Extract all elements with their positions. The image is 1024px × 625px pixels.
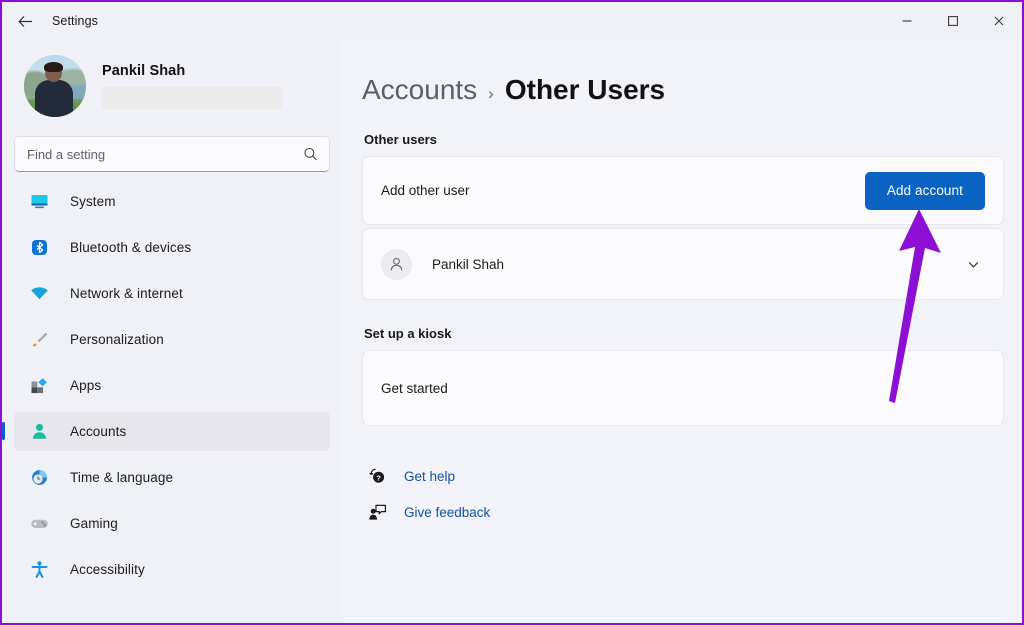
sidebar-nav: System Bluetooth & devices Network & int… — [14, 182, 330, 589]
sidebar-item-accounts[interactable]: Accounts — [14, 412, 330, 451]
back-button[interactable] — [8, 6, 42, 36]
back-arrow-icon — [17, 13, 34, 30]
search-icon — [303, 147, 318, 162]
window-controls — [884, 2, 1022, 40]
sidebar-item-label: Accounts — [70, 424, 126, 439]
avatar — [24, 55, 86, 117]
page-title: Other Users — [505, 74, 665, 106]
close-button[interactable] — [976, 2, 1022, 40]
monitor-icon — [28, 191, 50, 213]
breadcrumb-separator-icon: › — [488, 84, 494, 104]
add-other-user-label: Add other user — [381, 183, 470, 198]
apps-icon — [28, 375, 50, 397]
kiosk-section-label: Set up a kiosk — [364, 326, 1004, 341]
sidebar-item-label: System — [70, 194, 116, 209]
give-feedback-row[interactable]: Give feedback — [366, 494, 1004, 530]
existing-user-row[interactable]: Pankil Shah — [362, 228, 1004, 300]
footer-links: ? Get help Give feedback — [362, 458, 1004, 530]
give-feedback-link[interactable]: Give feedback — [404, 505, 490, 520]
maximize-icon — [947, 15, 959, 27]
sidebar-item-label: Network & internet — [70, 286, 183, 301]
get-help-link[interactable]: Get help — [404, 469, 455, 484]
sidebar-item-accessibility[interactable]: Accessibility — [14, 550, 330, 589]
add-other-user-card: Add other user Add account — [362, 156, 1004, 225]
sidebar-item-label: Bluetooth & devices — [70, 240, 191, 255]
search-box[interactable] — [14, 136, 330, 172]
clock-icon — [28, 467, 50, 489]
title-bar: Settings — [2, 2, 1022, 40]
sidebar-item-label: Personalization — [70, 332, 164, 347]
breadcrumb: Accounts › Other Users — [362, 74, 1004, 106]
person-icon — [28, 421, 50, 443]
sidebar-item-network-internet[interactable]: Network & internet — [14, 274, 330, 313]
maximize-button[interactable] — [930, 2, 976, 40]
profile-name: Pankil Shah — [102, 63, 282, 79]
bluetooth-icon — [28, 237, 50, 259]
get-help-row[interactable]: ? Get help — [366, 458, 1004, 494]
close-icon — [993, 15, 1005, 27]
user-profile[interactable]: Pankil Shah — [14, 40, 330, 128]
sidebar-item-gaming[interactable]: Gaming — [14, 504, 330, 543]
app-title: Settings — [52, 14, 98, 28]
accessibility-icon — [28, 559, 50, 581]
search-input[interactable] — [15, 137, 329, 171]
minimize-button[interactable] — [884, 2, 930, 40]
help-question-icon: ? — [366, 467, 388, 486]
sidebar-item-label: Gaming — [70, 516, 118, 531]
sidebar-item-time-language[interactable]: Time & language — [14, 458, 330, 497]
chevron-down-icon[interactable] — [966, 257, 985, 272]
get-started-label: Get started — [381, 381, 448, 396]
sidebar-item-label: Apps — [70, 378, 101, 393]
svg-text:?: ? — [376, 473, 381, 482]
sidebar-item-system[interactable]: System — [14, 182, 330, 221]
sidebar-item-label: Time & language — [70, 470, 173, 485]
sidebar: Pankil Shah System — [2, 40, 342, 623]
wifi-icon — [28, 283, 50, 305]
main-content: Accounts › Other Users Other users Add o… — [342, 40, 1022, 623]
minimize-icon — [901, 15, 913, 27]
other-users-section-label: Other users — [364, 132, 1004, 147]
paintbrush-icon — [28, 329, 50, 351]
breadcrumb-parent[interactable]: Accounts — [362, 74, 477, 106]
feedback-person-icon — [366, 503, 388, 522]
add-account-button[interactable]: Add account — [865, 172, 985, 210]
sidebar-item-personalization[interactable]: Personalization — [14, 320, 330, 359]
gamepad-icon — [28, 513, 50, 535]
sidebar-item-bluetooth-devices[interactable]: Bluetooth & devices — [14, 228, 330, 267]
sidebar-item-label: Accessibility — [70, 562, 145, 577]
person-avatar-icon — [381, 249, 412, 280]
profile-email-redacted — [102, 87, 282, 109]
existing-user-name: Pankil Shah — [432, 257, 504, 272]
kiosk-card[interactable]: Get started — [362, 350, 1004, 426]
sidebar-item-apps[interactable]: Apps — [14, 366, 330, 405]
